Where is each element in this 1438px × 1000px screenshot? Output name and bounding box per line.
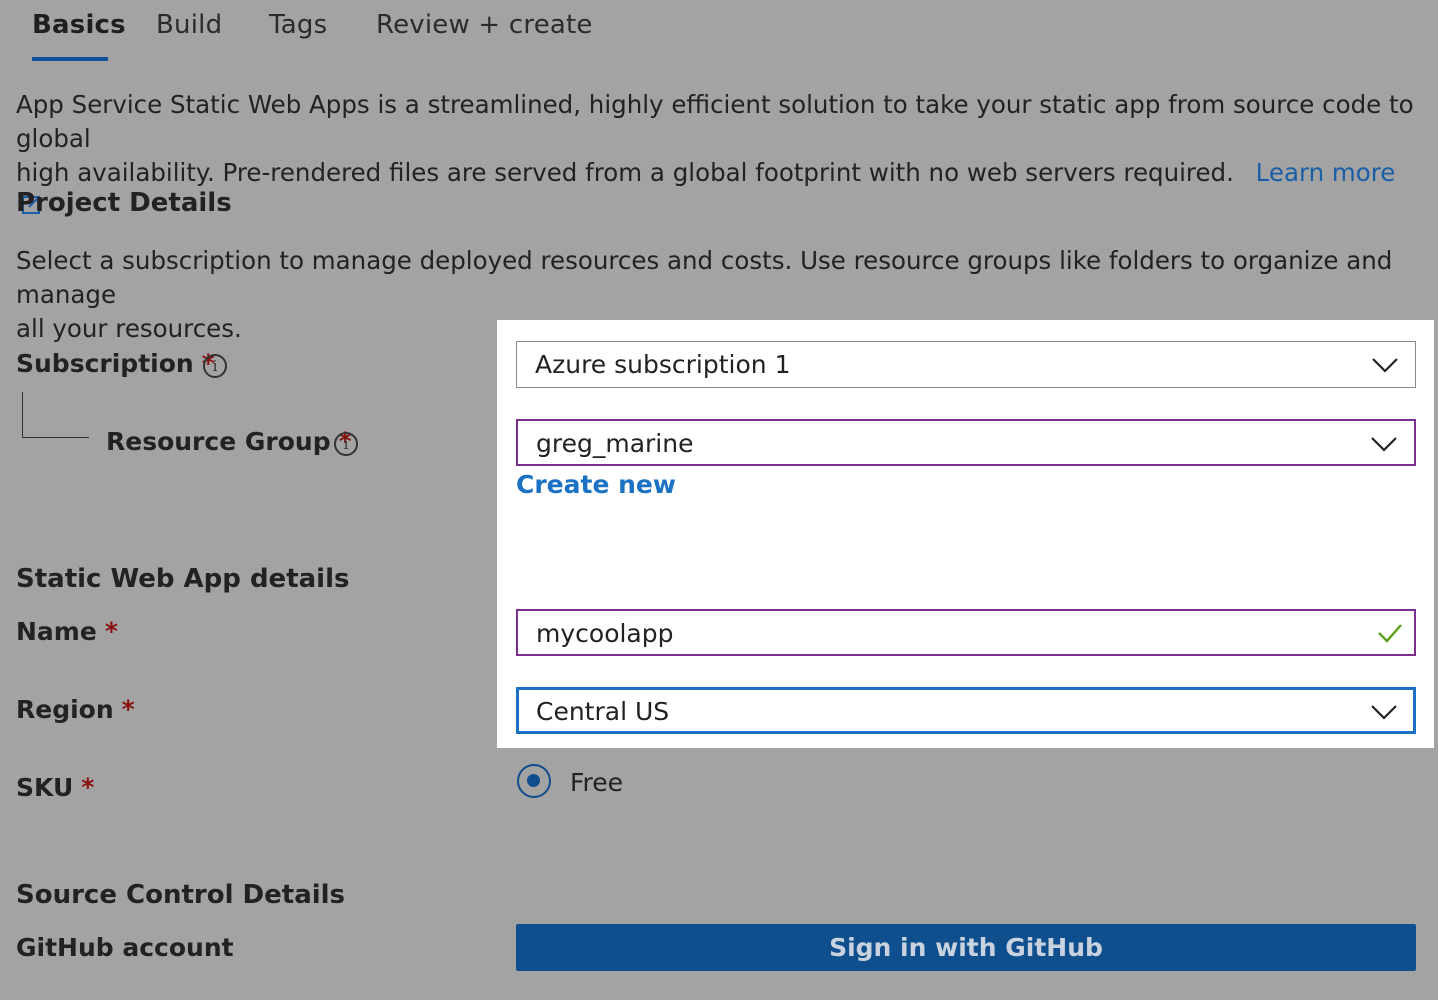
chevron-down-icon xyxy=(1372,358,1398,373)
intro-line-1: App Service Static Web Apps is a streaml… xyxy=(16,90,1414,153)
tab-tags[interactable]: Tags xyxy=(269,10,327,40)
chevron-down-icon xyxy=(1371,705,1397,720)
tab-review-create[interactable]: Review + create xyxy=(376,10,593,40)
name-value: mycoolapp xyxy=(536,619,674,648)
required-marker: * xyxy=(104,617,118,646)
sku-free-label[interactable]: Free xyxy=(570,768,623,797)
name-label: Name * xyxy=(16,617,118,646)
info-icon[interactable]: i xyxy=(203,354,227,378)
tree-connector xyxy=(22,392,89,438)
subscription-dropdown[interactable]: Azure subscription 1 xyxy=(516,341,1416,388)
checkmark-icon xyxy=(1378,624,1402,643)
tab-basics[interactable]: Basics xyxy=(32,10,126,40)
name-input[interactable]: mycoolapp xyxy=(516,609,1416,656)
active-tab-indicator xyxy=(32,57,108,61)
info-icon[interactable]: i xyxy=(334,432,358,456)
learn-more-label: Learn more xyxy=(1255,158,1396,187)
sku-label: SKU * xyxy=(16,773,94,802)
app-details-title: Static Web App details xyxy=(16,564,350,594)
source-control-title: Source Control Details xyxy=(16,880,346,910)
sku-free-radio[interactable] xyxy=(517,764,551,798)
region-label: Region * xyxy=(16,695,135,724)
resource-group-dropdown[interactable]: greg_marine xyxy=(516,419,1416,466)
create-new-link[interactable]: Create new xyxy=(516,470,676,499)
required-marker: * xyxy=(121,695,135,724)
sign-in-github-button[interactable]: Sign in with GitHub xyxy=(516,924,1416,971)
required-marker: * xyxy=(81,773,95,802)
sku-label-text: SKU xyxy=(16,773,74,802)
subscription-value: Azure subscription 1 xyxy=(535,350,791,379)
github-account-label: GitHub account xyxy=(16,933,234,962)
radio-selected-icon xyxy=(527,774,540,787)
intro-line-2-text: high availability. Pre-rendered files ar… xyxy=(16,158,1234,187)
resource-group-label-text: Resource Group xyxy=(106,427,331,456)
region-dropdown[interactable]: Central US xyxy=(516,687,1416,734)
subscription-label: Subscription * xyxy=(16,349,215,378)
project-details-title: Project Details xyxy=(16,188,232,218)
chevron-down-icon xyxy=(1371,437,1397,452)
tab-build[interactable]: Build xyxy=(156,10,222,40)
subscription-label-text: Subscription xyxy=(16,349,194,378)
project-description-line-1: Select a subscription to manage deployed… xyxy=(16,246,1393,309)
resource-group-value: greg_marine xyxy=(536,429,694,458)
region-value: Central US xyxy=(536,697,670,726)
region-label-text: Region xyxy=(16,695,114,724)
resource-group-label: Resource Group * xyxy=(106,427,352,456)
name-label-text: Name xyxy=(16,617,97,646)
